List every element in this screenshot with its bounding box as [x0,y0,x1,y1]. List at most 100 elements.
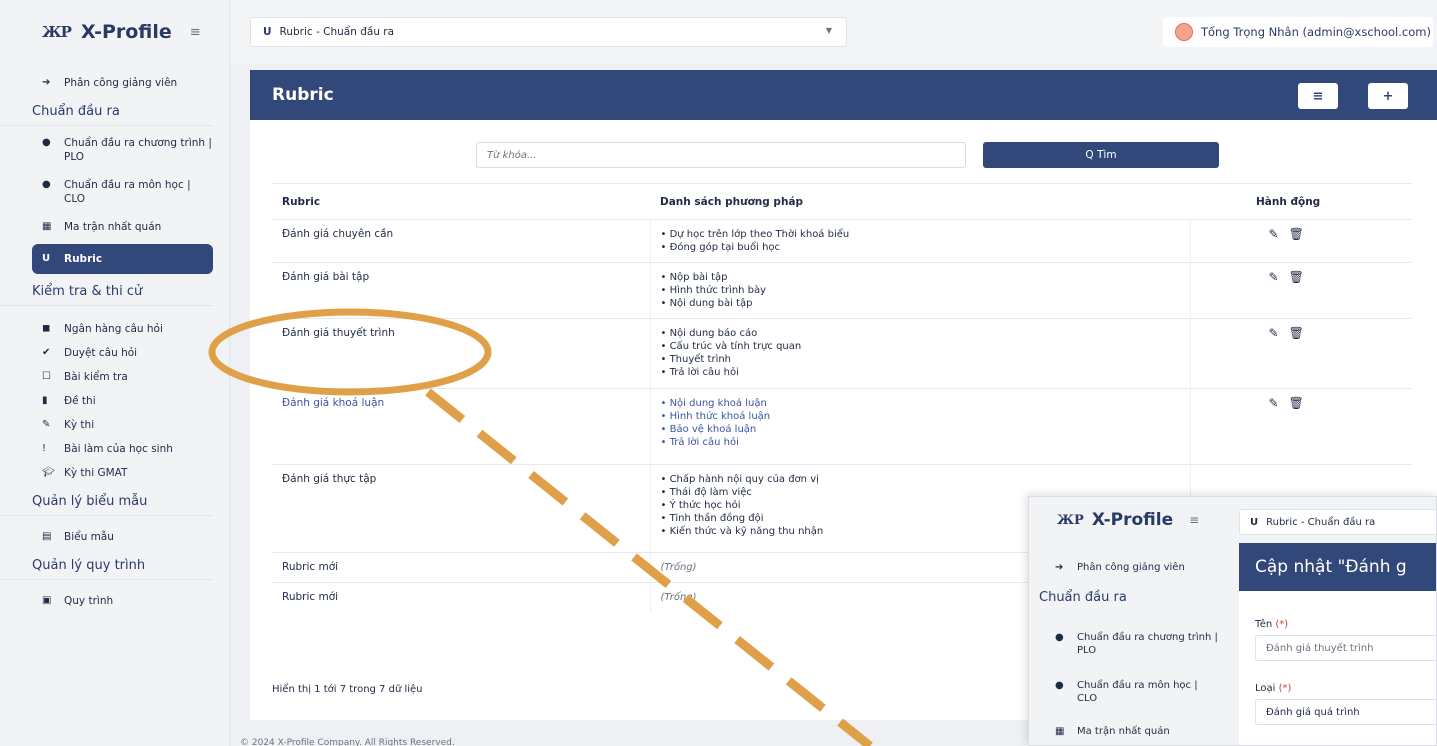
trash-icon[interactable]: 🗑︎ [1289,327,1304,340]
edit-icon[interactable]: ✎ [1269,397,1279,410]
user-menu[interactable]: Tống Trọng Nhân (admin@xschool.com) [1163,17,1433,47]
type-label: Loại (*) [1255,683,1291,694]
menu-toggle-icon[interactable]: ≡ [190,25,201,40]
sidebar-item-assign-lecturer[interactable]: ➔ Phân công giảng viên [1029,561,1229,574]
exam-paper-icon: ▮ [42,395,48,406]
method-item: • Nội dung báo cáo [660,328,758,339]
sidebar-item-forms[interactable]: ▤ Biểu mẫu [0,530,229,544]
sidebar-item-label: Kỳ thi [64,419,95,431]
sidebar-item-workflow[interactable]: ▣ Quy trình [0,594,229,608]
sidebar-item-label: Chuẩn đầu ra môn học | CLO [64,179,191,205]
filter-button[interactable]: ≡ [1298,83,1338,109]
sidebar-item-tests[interactable]: ☐ Bài kiểm tra [0,370,229,384]
matrix-icon: ▦ [42,221,52,232]
section-outcomes: Chuẩn đầu ra [1039,590,1127,605]
section-outcomes: Chuẩn đầu ra [0,104,213,126]
name-field[interactable]: Đánh giá thuyết trình [1255,635,1436,661]
method-item: • Dự học trên lớp theo Thời khoá biểu [660,229,850,240]
method-item: • Hình thức khoá luận [660,411,771,422]
sidebar-item-label: Phân công giảng viên [64,77,178,89]
trash-icon[interactable]: 🗑︎ [1289,271,1304,284]
section-exams: Kiểm tra & thi cử [0,284,213,306]
column-header-methods[interactable]: Danh sách phương pháp [650,183,1190,220]
menu-toggle-icon[interactable]: ≡ [1189,513,1199,527]
edit-icon[interactable]: ✎ [1269,228,1279,241]
sidebar-item-clo[interactable]: ● Chuẩn đầu ra môn học | CLO [0,178,229,206]
rubric-select[interactable]: U Rubric - Chuẩn đầu ra ▼ [250,17,847,47]
search-input[interactable] [476,142,966,168]
rubric-name: Đánh giá thuyết trình [272,318,651,389]
graduation-cap-icon: 🎓︎ [42,467,55,478]
table-header-row: Rubric Danh sách phương pháp Hành động [272,183,1412,220]
trash-icon[interactable]: 🗑︎ [1289,397,1304,410]
trash-icon[interactable]: 🗑︎ [1289,228,1304,241]
table-row[interactable]: Đánh giá bài tập • Nộp bài tập • Hình th… [272,262,1412,319]
rubric-name: Rubric mới [272,582,651,613]
method-item: • Nội dung khoá luận [660,398,767,409]
exam-icon: ✎ [42,419,51,430]
column-header-actions: Hành động [1190,183,1412,220]
selected-rubric-text: Rubric - Chuẩn đầu ra [279,26,395,38]
brand-logo[interactable]: ЖР X-Profile ≡ [0,0,229,64]
method-item: • Trả lời câu hỏi [660,367,739,378]
method-list: • Nội dung báo cáo • Cấu trúc và tính tr… [650,318,1191,389]
sidebar-item-matrix[interactable]: ▦ Ma trận nhất quán [1029,725,1229,738]
table-row[interactable]: Đánh giá chuyên cần • Dự học trên lớp th… [272,219,1412,263]
assign-icon: ➔ [42,77,51,88]
sidebar-item-exams[interactable]: ✎ Kỳ thi [0,418,229,432]
bullet-icon: ● [42,179,51,190]
edit-icon[interactable]: ✎ [1269,327,1279,340]
rubric-select[interactable]: U Rubric - Chuẩn đầu ra [1239,509,1436,535]
method-list: • Nộp bài tập • Hình thức trình bày • Nộ… [650,262,1191,319]
row-actions: ✎ 🗑︎ [1190,262,1412,319]
sidebar-item-label: Phân công giảng viên [1077,562,1185,573]
sidebar-item-label: Chuẩn đầu ra chương trình | PLO [64,137,212,163]
sidebar-item-submissions[interactable]: ! Bài làm của học sinh [0,442,229,456]
method-list: • Nội dung khoá luận • Hình thức khoá lu… [650,388,1191,465]
name-label: Tên (*) [1255,619,1288,630]
workflow-icon: ▣ [42,595,52,606]
chevron-down-icon: ▼ [825,26,832,35]
row-actions: ✎ 🗑︎ [1190,388,1412,465]
sidebar-item-label: Bài làm của học sinh [64,443,173,455]
sidebar-item-rubric[interactable]: U Rubric [32,244,213,274]
edit-icon[interactable]: ✎ [1269,271,1279,284]
sidebar-item-clo[interactable]: ● Chuẩn đầu ra môn học | CLO [1029,679,1229,705]
rubric-name: Rubric mới [272,552,651,583]
avatar [1175,23,1193,41]
search-button[interactable]: Q Tìm [983,142,1219,168]
preview-brand: ЖР X-Profile ≡ [1029,497,1229,543]
bullet-icon: ● [1055,632,1064,643]
type-field[interactable]: Đánh giá quá trình [1255,699,1436,725]
row-actions: ✎ 🗑︎ [1190,318,1412,389]
plus-icon: + [1382,88,1394,104]
selected-rubric-text: Rubric - Chuẩn đầu ra [1266,516,1376,528]
rubric-name: Đánh giá chuyên cần [272,219,651,263]
add-button[interactable]: + [1368,83,1408,109]
edit-form-preview: ЖР X-Profile ≡ ➔ Phân công giảng viên Ch… [1028,496,1437,746]
table-row[interactable]: Đánh giá thuyết trình • Nội dung báo cáo… [272,318,1412,389]
sidebar-item-assign-lecturer[interactable]: ➔ Phân công giảng viên [0,76,229,90]
brand-name: X-Profile [80,21,172,43]
rubric-name: Đánh giá thực tập [272,464,651,553]
sidebar-item-gmat[interactable]: 🎓︎ Kỳ thi GMAT [0,466,229,480]
sidebar-item-plo[interactable]: ● Chuẩn đầu ra chương trình | PLO [0,136,229,164]
method-item: • Nộp bài tập [660,272,728,283]
page-title: Rubric [250,70,1437,120]
section-workflows: Quản lý quy trình [0,558,213,580]
sidebar-item-plo[interactable]: ● Chuẩn đầu ra chương trình | PLO [1029,631,1229,657]
sidebar-item-review-questions[interactable]: ✔ Duyệt câu hỏi [0,346,229,360]
required-mark: (*) [1278,683,1292,694]
pagination-info: Hiển thị 1 tới 7 trong 7 dữ liệu [272,684,423,695]
sidebar-item-question-bank[interactable]: ◼ Ngân hàng câu hỏi [0,322,229,336]
sidebar-item-matrix[interactable]: ▦ Ma trận nhất quán [0,220,229,234]
sidebar-item-label: Ma trận nhất quán [1077,726,1170,737]
table-row[interactable]: Đánh giá khoá luận • Nội dung khoá luận … [272,388,1412,465]
filter-icon: ≡ [1312,88,1324,104]
topbar: U Rubric - Chuẩn đầu ra ▼ Tống Trọng Nhâ… [230,0,1437,64]
sidebar-item-exam-papers[interactable]: ▮ Đề thi [0,394,229,408]
sidebar-item-label: Ma trận nhất quán [64,221,162,233]
method-list: • Dự học trên lớp theo Thời khoá biểu • … [650,219,1191,263]
column-header-rubric[interactable]: Rubric [272,183,650,220]
sidebar-item-label: Chuẩn đầu ra chương trình | PLO [1077,632,1218,656]
